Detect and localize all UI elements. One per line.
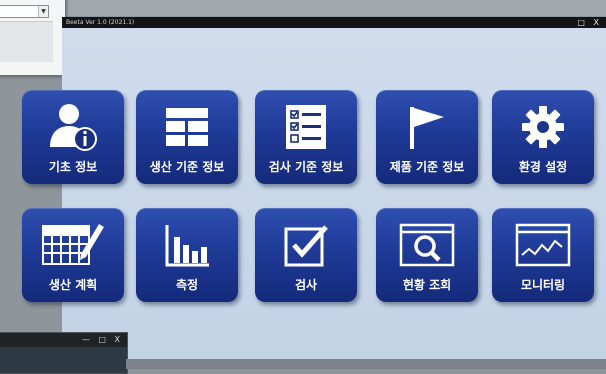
tile-production-standard-info[interactable]: 생산 기준 정보 (136, 90, 238, 184)
tile-measurement[interactable]: 측정 (136, 208, 238, 302)
tile-basic-info[interactable]: 기초 정보 (22, 90, 124, 184)
main-window: Beeta Ver 1.0 (2021.1) □ X 기초 정보 생산 기준 정… (22, 17, 606, 359)
tile-label: 환경 설정 (518, 160, 568, 174)
gear-icon (492, 98, 594, 156)
chevron-down-icon[interactable]: ▼ (38, 6, 48, 17)
tile-status-inquiry[interactable]: 현황 조회 (376, 208, 478, 302)
window-title: Beeta Ver 1.0 (2021.1) (66, 19, 135, 26)
line-chart-icon (492, 216, 594, 274)
bar-chart-icon (136, 216, 238, 274)
tile-inspection[interactable]: 검사 (255, 208, 357, 302)
background-panel (0, 21, 53, 62)
checklist-icon (255, 98, 357, 156)
tile-label: 모니터링 (520, 278, 566, 292)
tile-production-plan[interactable]: 생산 계획 (22, 208, 124, 302)
tile-inspection-standard-info[interactable]: 검사 기준 정보 (255, 90, 357, 184)
desktop-top-strip (0, 0, 606, 16)
tile-label: 검사 기준 정보 (268, 160, 344, 174)
tile-label: 현황 조회 (402, 278, 452, 292)
tile-label: 생산 계획 (48, 278, 98, 292)
tile-label: 검사 (294, 278, 318, 292)
title-bar[interactable]: Beeta Ver 1.0 (2021.1) □ X (62, 17, 606, 28)
bottom-left-window-content (0, 347, 127, 373)
tile-monitoring[interactable]: 모니터링 (492, 208, 594, 302)
calendar-pencil-icon (22, 216, 124, 274)
background-window[interactable]: ▼ (0, 0, 66, 76)
tile-label: 제품 기준 정보 (389, 160, 465, 174)
window-controls[interactable]: □ X (577, 17, 602, 28)
grid-table-icon (136, 98, 238, 156)
window-controls[interactable]: — □ X (82, 335, 123, 344)
tile-label: 측정 (175, 278, 199, 292)
background-dropdown[interactable]: ▼ (0, 5, 49, 18)
tile-label: 기초 정보 (48, 160, 98, 174)
search-window-icon (376, 216, 478, 274)
desktop-bottom-strip (126, 359, 606, 369)
tile-label: 생산 기준 정보 (149, 160, 225, 174)
flag-icon (376, 98, 478, 156)
user-info-icon (22, 98, 124, 156)
menu-content-area: 기초 정보 생산 기준 정보 검사 기준 정보 제품 기준 정보 환경 설정 생… (22, 28, 606, 359)
checkbox-icon (255, 216, 357, 274)
bottom-left-window[interactable]: — □ X (0, 332, 128, 374)
tile-product-standard-info[interactable]: 제품 기준 정보 (376, 90, 478, 184)
tile-settings[interactable]: 환경 설정 (492, 90, 594, 184)
